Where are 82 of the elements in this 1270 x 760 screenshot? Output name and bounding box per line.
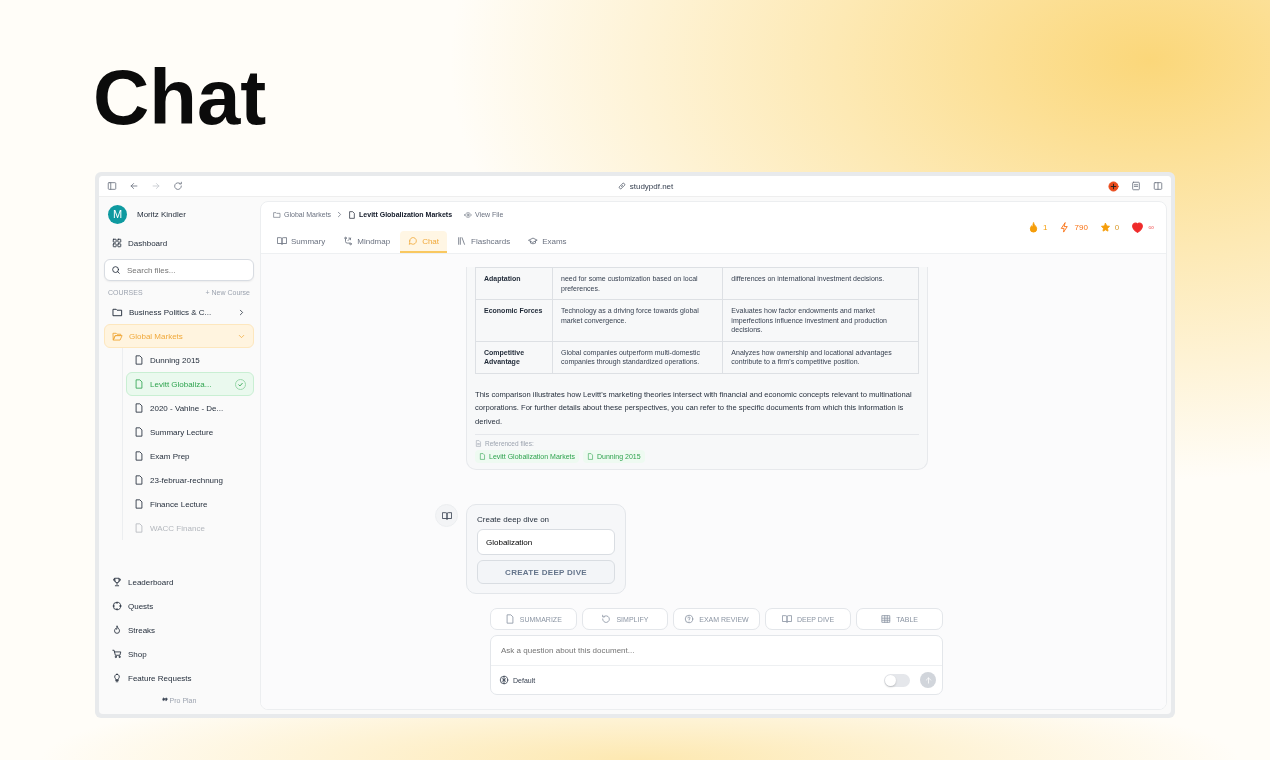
url-text[interactable]: studypdf.net — [629, 181, 674, 191]
graduation-cap-icon — [528, 236, 539, 246]
target-icon — [112, 601, 122, 611]
refresh-icon — [601, 614, 612, 624]
stat-value: 1 — [1043, 223, 1048, 232]
nav-link[interactable]: Shop — [104, 642, 254, 666]
split-view-icon — [1153, 181, 1163, 191]
dashboard-link[interactable]: Dashboard — [104, 231, 254, 255]
tab[interactable]: Flashcards — [449, 231, 519, 253]
file-item[interactable]: Exam Prep — [126, 444, 254, 468]
nav-link[interactable]: Streaks — [104, 618, 254, 642]
nav-link[interactable]: Feature Requests — [104, 666, 254, 690]
nav-link[interactable]: Leaderboard — [104, 570, 254, 594]
file-icon — [134, 499, 144, 509]
file-item[interactable]: 23-februar-rechnung — [126, 468, 254, 492]
file-icon — [587, 453, 594, 460]
file-item[interactable]: Dunning 2015 — [126, 348, 254, 372]
book-icon — [781, 614, 792, 624]
file-icon — [134, 403, 144, 413]
file-icon — [479, 453, 486, 460]
trophy-icon — [112, 577, 122, 587]
deep-dive-label: Create deep dive on — [477, 515, 551, 524]
tab[interactable]: Summary — [269, 231, 334, 253]
nav-link[interactable]: Quests — [104, 594, 254, 618]
file-item[interactable]: 2020 - Vahlne - De... — [126, 396, 254, 420]
tab[interactable]: Mindmap — [335, 231, 399, 253]
topic-field[interactable]: Globalization — [477, 529, 615, 555]
question-icon — [684, 614, 695, 624]
back-arrow-icon — [129, 181, 139, 191]
open-folder-icon — [112, 330, 123, 342]
user-avatar[interactable]: M — [108, 204, 127, 224]
file-icon — [134, 451, 144, 461]
stat-value: 0 — [1114, 223, 1120, 232]
forward-arrow-icon — [151, 181, 161, 191]
file-icon — [134, 475, 144, 485]
speech-bubble-icon — [408, 236, 419, 246]
reader-icon — [1131, 181, 1141, 191]
file-icon — [134, 523, 144, 533]
search-icon — [111, 265, 121, 275]
file-item[interactable]: Summary Lecture — [126, 420, 254, 444]
tab[interactable]: Exams — [520, 231, 575, 253]
create-deep-dive-button[interactable]: CREATE DEEP DIVE — [477, 560, 615, 584]
file-icon — [134, 355, 144, 365]
stat-value: 790 — [1074, 223, 1088, 232]
plus-icon — [1108, 180, 1119, 192]
search-input[interactable]: Search files... — [127, 265, 247, 275]
file-icon — [348, 210, 357, 219]
table-icon — [881, 614, 892, 624]
star-icon — [1099, 222, 1111, 233]
reload-icon — [173, 181, 183, 191]
heart-icon — [1131, 221, 1145, 234]
folder-icon — [273, 210, 281, 219]
file-icon — [134, 379, 144, 389]
branch-icon — [343, 236, 354, 246]
user-name: Moritz Kindler — [137, 209, 186, 219]
eye-icon — [464, 210, 473, 219]
file-icon — [134, 427, 144, 437]
toggle-switch[interactable] — [884, 673, 910, 687]
page-title: Chat — [92, 52, 268, 143]
lightning-icon — [1059, 222, 1071, 233]
cart-icon — [112, 649, 122, 659]
search-field[interactable]: Search files... — [104, 259, 254, 281]
sidebar-toggle-icon — [107, 181, 117, 191]
course-item[interactable]: Business Politics & C... — [104, 300, 254, 324]
book-icon — [277, 236, 287, 246]
question-field[interactable]: Ask a question about this document... — [491, 636, 942, 666]
grid-icon — [112, 238, 122, 248]
arrow-up-icon — [923, 675, 933, 685]
document-icon — [504, 614, 515, 624]
folder-icon — [112, 306, 123, 318]
link-icon — [617, 182, 626, 190]
send-button[interactable] — [920, 672, 936, 688]
books-icon — [457, 236, 468, 246]
document-icon — [475, 440, 482, 447]
flame-icon — [112, 625, 122, 635]
chevron-right-icon — [237, 307, 246, 317]
file-item[interactable]: Levitt Globaliza... — [126, 372, 254, 396]
lightbulb-icon — [112, 673, 122, 683]
file-item[interactable]: Finance Lecture — [126, 492, 254, 516]
stat-value: ∞ — [1148, 223, 1154, 232]
flame-icon — [1028, 222, 1040, 233]
book-icon — [441, 510, 452, 521]
